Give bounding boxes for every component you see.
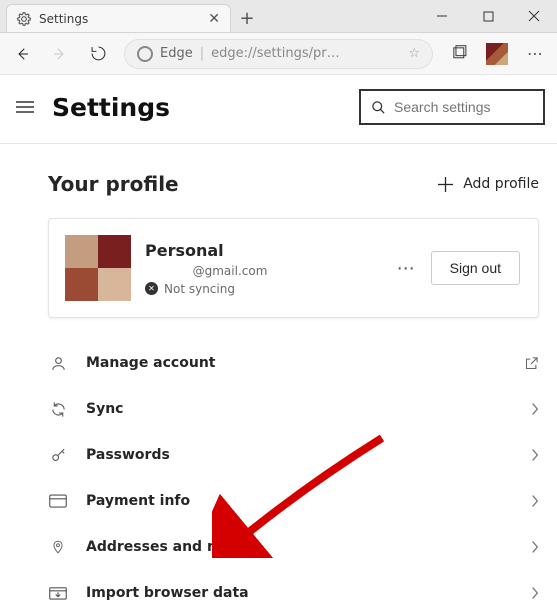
back-button[interactable] [4,36,40,72]
profile-avatar [65,235,131,301]
favorite-star-icon[interactable]: ☆ [408,46,420,61]
search-input[interactable] [394,99,533,115]
list-item-label: Passwords [86,447,513,463]
collections-button[interactable] [441,36,477,72]
profile-card: Personal @gmail.com Not syncing ⋯ Sign o… [48,218,539,318]
search-icon [371,100,386,115]
browser-tab[interactable]: Settings ✕ [6,4,231,32]
list-item-label: Payment info [86,493,513,509]
external-link-icon [524,356,539,371]
gear-icon [17,12,31,26]
person-icon [48,355,68,372]
list-item-sync[interactable]: Sync [48,386,539,432]
pin-icon [48,538,68,556]
browser-toolbar: Edge | edge://settings/pr… ☆ ⋯ [0,33,557,75]
forward-button[interactable] [42,36,78,72]
section-title: Your profile [48,172,179,196]
profile-more-button[interactable]: ⋯ [397,258,417,279]
list-item-addresses-and-more[interactable]: Addresses and more [48,524,539,570]
profile-info: Personal @gmail.com Not syncing [145,241,383,296]
tab-title: Settings [39,12,208,26]
not-syncing-icon [145,282,158,295]
page-title: Settings [52,93,170,122]
search-box[interactable] [359,89,545,125]
list-item-payment-info[interactable]: Payment info [48,478,539,524]
add-profile-label: Add profile [463,176,539,192]
key-icon [48,447,68,464]
url-separator: | [200,46,204,61]
profile-name: Personal [145,241,383,260]
sync-icon [48,401,68,418]
close-window-button[interactable] [511,0,557,33]
avatar-icon [486,43,508,65]
card-icon [48,494,68,508]
edge-logo-icon [137,46,153,62]
more-menu-button[interactable]: ⋯ [517,36,553,72]
list-item-import-browser-data[interactable]: Import browser data [48,570,539,616]
list-item-label: Sync [86,401,513,417]
refresh-button[interactable] [80,36,116,72]
settings-header: Settings [0,75,557,143]
chevron-right-icon [531,586,539,600]
chevron-right-icon [531,448,539,462]
settings-list: Manage account Sync Passwords Payment info A… [48,340,539,616]
sync-status-text: Not syncing [164,282,235,296]
chevron-right-icon [531,540,539,554]
new-tab-button[interactable]: + [231,4,263,32]
list-item-label: Addresses and more [86,539,513,555]
hamburger-menu-button[interactable] [16,100,34,114]
list-item-manage-account[interactable]: Manage account [48,340,539,386]
minimize-button[interactable] [419,0,465,33]
maximize-button[interactable] [465,0,511,33]
window-titlebar: Settings ✕ + [0,0,557,33]
chevron-right-icon [531,402,539,416]
window-controls [419,0,557,32]
close-tab-icon[interactable]: ✕ [208,11,220,27]
sign-out-button[interactable]: Sign out [431,251,520,285]
address-bar[interactable]: Edge | edge://settings/pr… ☆ [124,39,433,69]
chevron-right-icon [531,494,539,508]
profile-email: @gmail.com [145,264,315,278]
url-text: edge://settings/pr… [211,46,401,61]
sync-status-row: Not syncing [145,282,383,296]
list-item-label: Import browser data [86,585,513,601]
add-profile-button[interactable]: Add profile [438,176,539,192]
import-icon [48,585,68,601]
list-item-label: Manage account [86,355,506,371]
profile-header: Your profile Add profile [48,172,539,196]
list-item-passwords[interactable]: Passwords [48,432,539,478]
plus-icon [438,177,453,192]
content-area: Your profile Add profile Personal @gmail… [0,144,557,616]
profile-avatar-button[interactable] [479,36,515,72]
url-brand: Edge [160,46,193,61]
plus-icon: + [239,8,254,29]
